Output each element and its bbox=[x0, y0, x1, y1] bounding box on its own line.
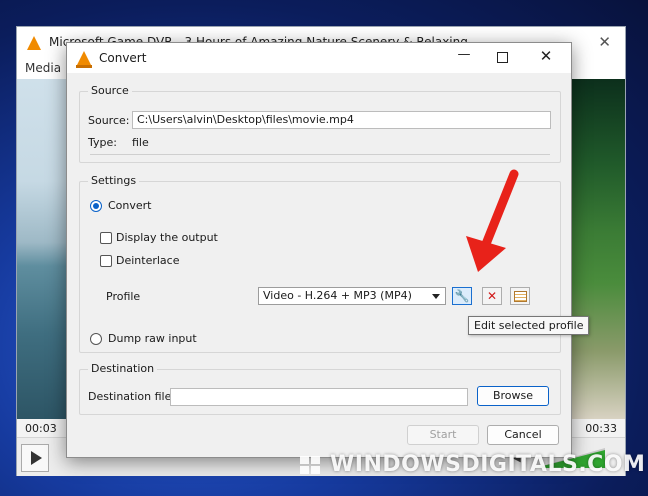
deinterlace-checkbox[interactable] bbox=[100, 255, 112, 267]
vlc-close-icon[interactable]: ✕ bbox=[598, 33, 611, 51]
menu-media[interactable]: Media bbox=[25, 61, 61, 75]
convert-radio[interactable] bbox=[90, 200, 102, 212]
edit-profile-button[interactable]: 🔧 bbox=[452, 287, 472, 305]
dialog-titlebar: Convert — ✕ bbox=[67, 43, 571, 73]
destination-group: Destination Destination file: Browse bbox=[79, 362, 561, 415]
convert-label[interactable]: Convert bbox=[108, 199, 152, 212]
type-label: Type: bbox=[88, 136, 117, 149]
profile-select-value: Video - H.264 + MP3 (MP4) bbox=[263, 289, 412, 302]
chevron-down-icon bbox=[432, 294, 440, 299]
settings-group-label: Settings bbox=[88, 174, 140, 187]
display-output-label[interactable]: Display the output bbox=[116, 231, 218, 244]
vlc-logo-icon bbox=[27, 36, 41, 50]
maximize-button[interactable] bbox=[491, 49, 513, 67]
source-path-field[interactable]: C:\Users\alvin\Desktop\files\movie.mp4 bbox=[132, 111, 551, 129]
vlc-cone-base-icon bbox=[76, 65, 92, 68]
time-total: 00:33 bbox=[585, 422, 617, 435]
profile-label: Profile bbox=[106, 290, 141, 303]
time-elapsed: 00:03 bbox=[25, 422, 57, 435]
maximize-icon bbox=[496, 52, 508, 63]
windows-logo-icon bbox=[300, 456, 322, 476]
destination-file-field[interactable] bbox=[170, 388, 468, 406]
cancel-button[interactable]: Cancel bbox=[487, 425, 559, 445]
wrench-icon: 🔧 bbox=[454, 289, 470, 303]
deinterlace-label[interactable]: Deinterlace bbox=[116, 254, 179, 267]
source-group-label: Source bbox=[88, 84, 132, 97]
close-button[interactable]: ✕ bbox=[535, 47, 557, 65]
dialog-title: Convert bbox=[99, 51, 147, 65]
delete-profile-button[interactable]: ✕ bbox=[482, 287, 502, 305]
display-output-checkbox[interactable] bbox=[100, 232, 112, 244]
minimize-button[interactable]: — bbox=[453, 47, 475, 65]
dump-raw-label[interactable]: Dump raw input bbox=[108, 332, 197, 345]
new-profile-button[interactable] bbox=[510, 287, 530, 305]
dump-raw-radio[interactable] bbox=[90, 333, 102, 345]
start-button[interactable]: Start bbox=[407, 425, 479, 445]
edit-profile-tooltip: Edit selected profile bbox=[468, 316, 590, 335]
watermark-text: WINDOWSDIGITALS.COM bbox=[330, 452, 646, 477]
video-palm-scene bbox=[563, 79, 625, 419]
new-profile-icon bbox=[513, 291, 527, 302]
profile-select[interactable]: Video - H.264 + MP3 (MP4) bbox=[258, 287, 446, 305]
vlc-cone-icon bbox=[77, 51, 91, 65]
destination-group-label: Destination bbox=[88, 362, 158, 375]
source-label: Source: bbox=[88, 114, 130, 127]
play-icon bbox=[31, 451, 42, 465]
destination-file-label: Destination file: bbox=[88, 390, 176, 403]
type-value: file bbox=[132, 136, 149, 149]
source-group: Source Source: C:\Users\alvin\Desktop\fi… bbox=[79, 84, 561, 163]
source-divider bbox=[90, 154, 550, 155]
delete-icon: ✕ bbox=[486, 289, 498, 303]
red-arrow-annotation bbox=[466, 169, 519, 272]
browse-button[interactable]: Browse bbox=[477, 386, 549, 406]
play-button[interactable] bbox=[21, 444, 49, 472]
